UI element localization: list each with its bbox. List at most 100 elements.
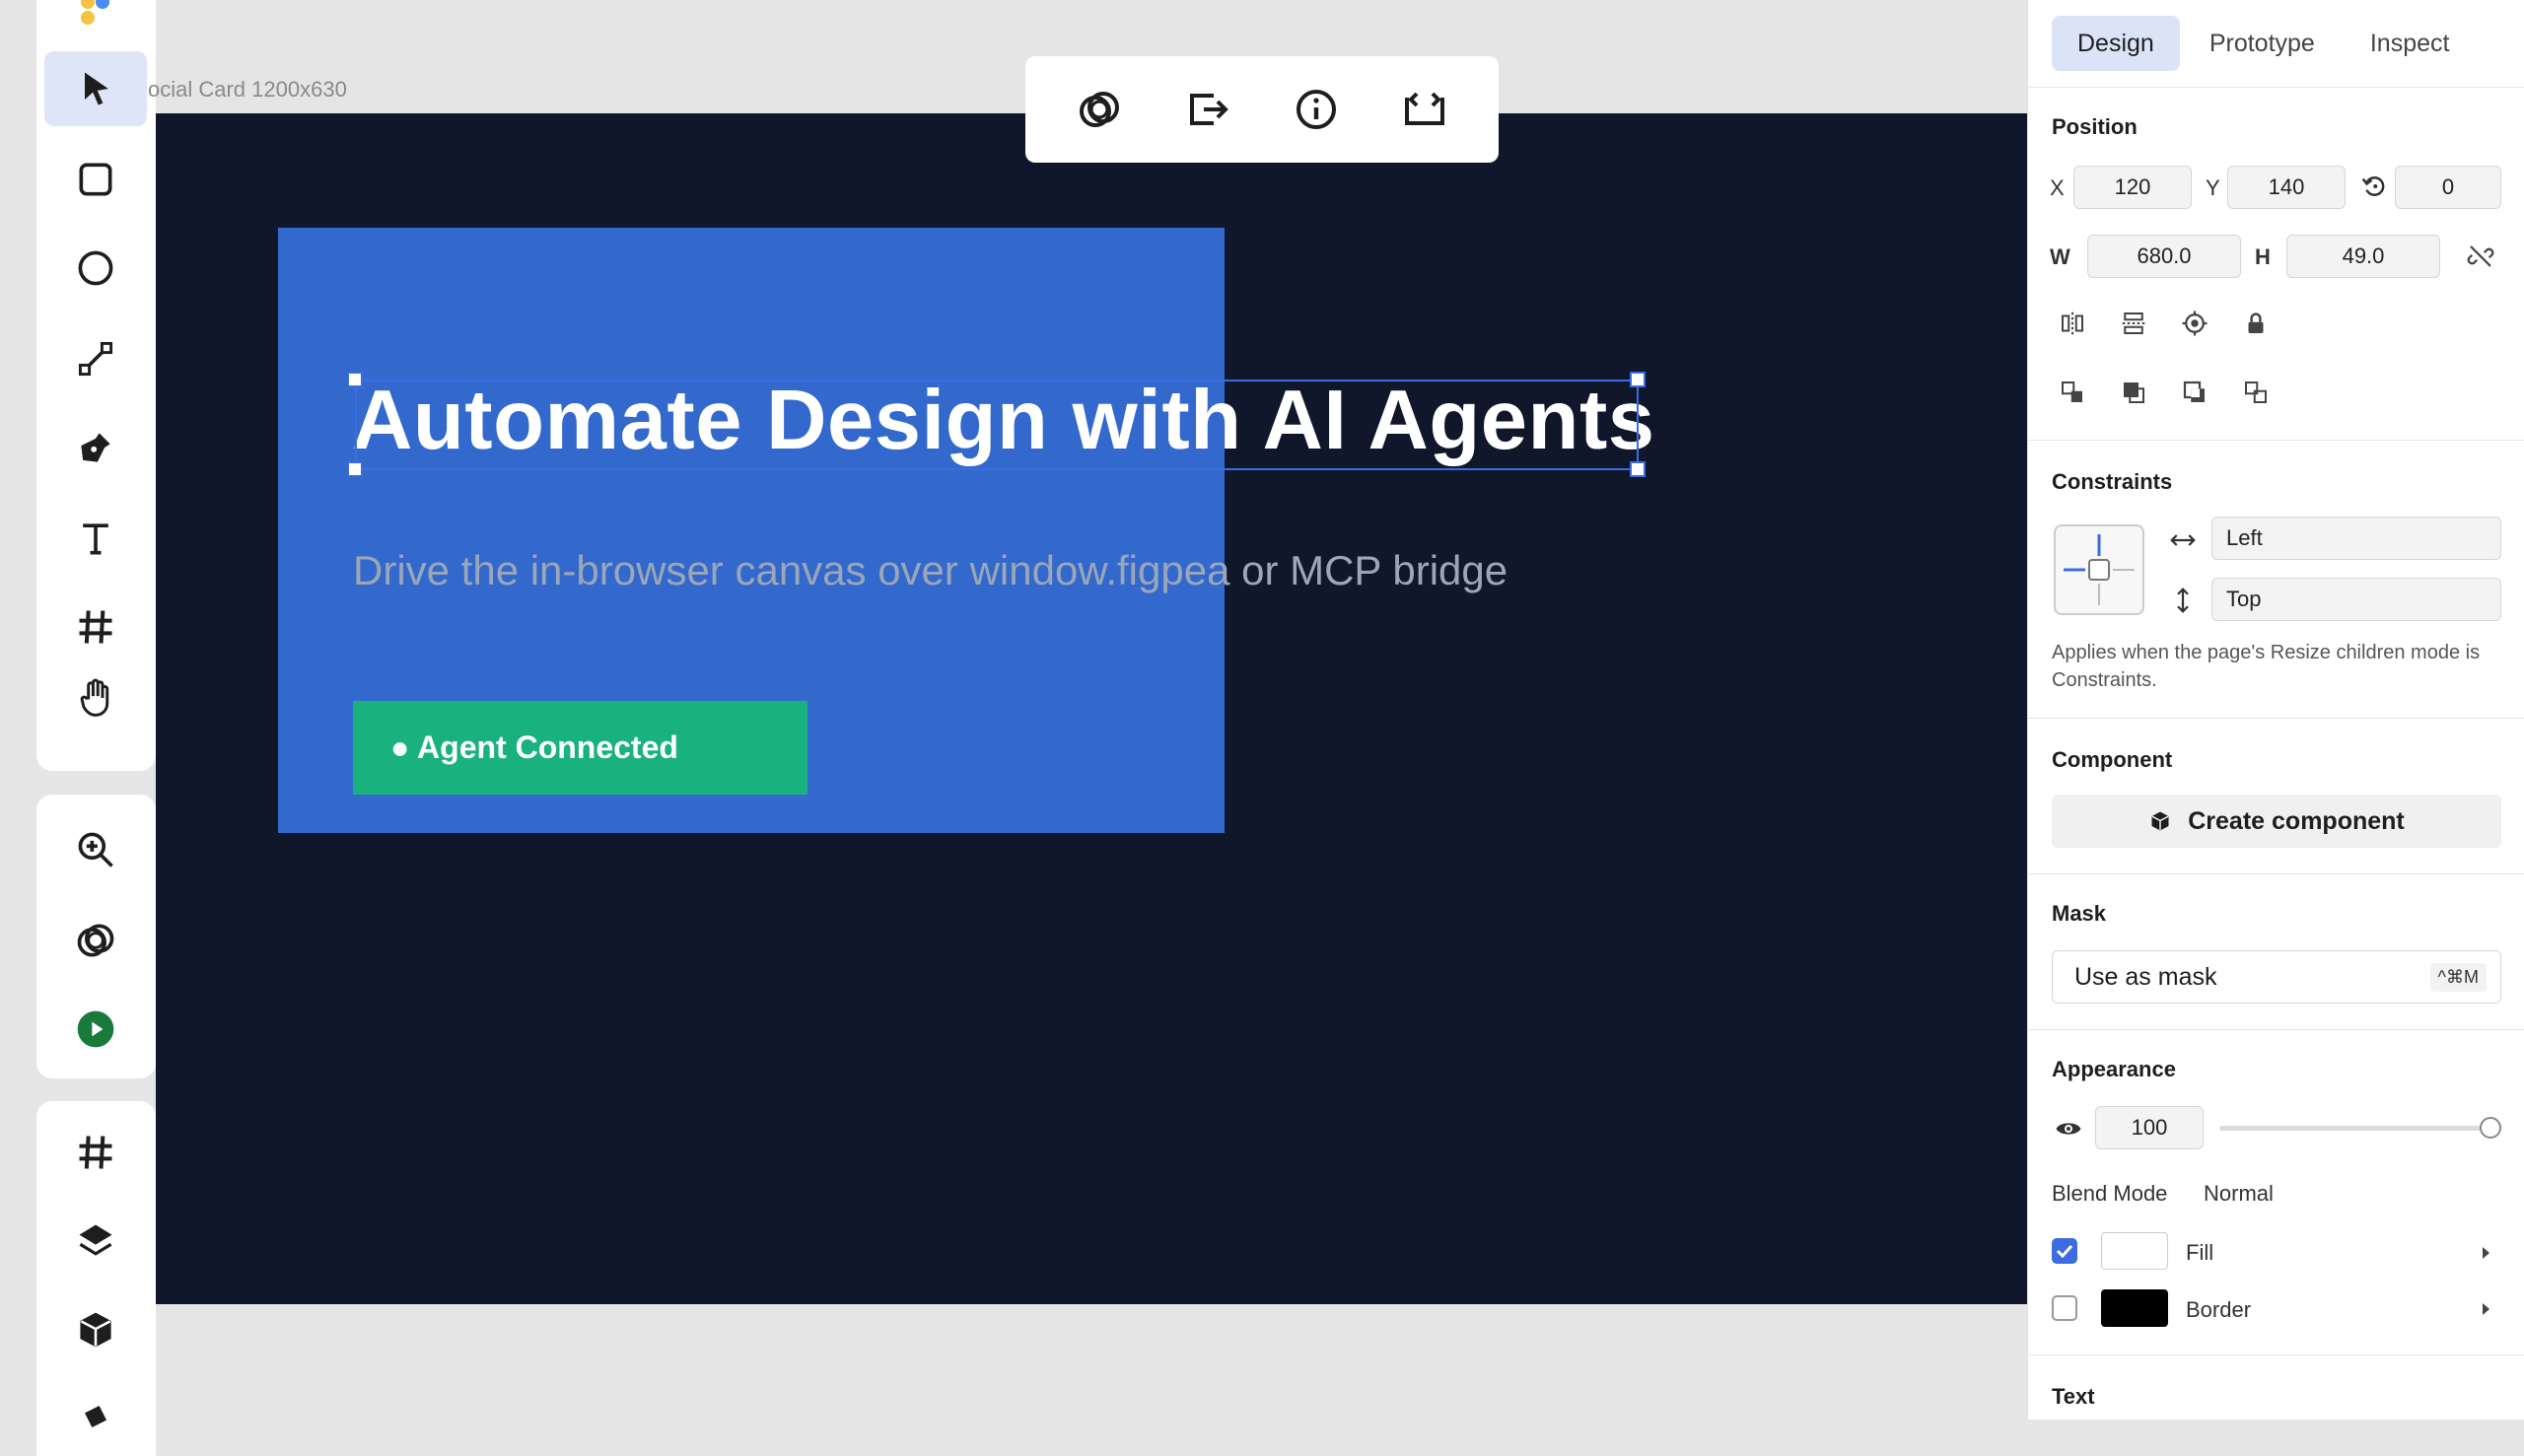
border-checkbox[interactable] xyxy=(2052,1295,2077,1321)
constraints-diagram-icon xyxy=(2064,534,2135,605)
component-title: Component xyxy=(2052,747,2173,772)
info-icon xyxy=(1297,90,1336,129)
hand-tool[interactable] xyxy=(44,660,147,735)
use-as-mask-button[interactable]: Use as mask ^⌘M xyxy=(2052,950,2501,1004)
constraints-note: Applies when the page's Resize children … xyxy=(2052,642,2481,691)
y-input[interactable]: 140 xyxy=(2227,166,2346,209)
hash-frame-icon xyxy=(79,610,112,644)
constraints-widget[interactable] xyxy=(2054,524,2144,615)
rectangle-icon xyxy=(79,163,112,196)
fill-checkbox[interactable] xyxy=(2052,1238,2077,1264)
agent-connected-badge[interactable]: ● Agent Connected xyxy=(353,701,807,795)
opacity-slider-track[interactable] xyxy=(2219,1126,2491,1131)
tab-prototype[interactable]: Prototype xyxy=(2184,16,2341,71)
frame-label[interactable]: ocial Card 1200x630 xyxy=(148,77,347,103)
unlink-ratio-icon[interactable] xyxy=(2466,242,2495,271)
fill-label: Fill xyxy=(2186,1240,2214,1265)
line-tool[interactable] xyxy=(44,321,147,396)
horizontal-constraint-select[interactable]: Left xyxy=(2211,517,2501,560)
create-component-label: Create component xyxy=(2188,806,2405,835)
tab-design[interactable]: Design xyxy=(2052,16,2180,71)
target-icon[interactable] xyxy=(2180,309,2209,338)
play-icon xyxy=(77,1010,114,1048)
layers-panel-button[interactable] xyxy=(44,1204,147,1279)
code-frame-icon xyxy=(1405,92,1444,125)
create-component-button[interactable]: Create component xyxy=(2052,795,2501,848)
components-panel-button[interactable] xyxy=(44,1292,147,1367)
resize-handle-bottom-right[interactable] xyxy=(1630,461,1646,477)
pen-tool[interactable] xyxy=(44,410,147,485)
vertical-constraint-select[interactable]: Top xyxy=(2211,578,2501,621)
boolean-action-button[interactable] xyxy=(1065,75,1134,144)
blend-mode-label: Blend Mode xyxy=(2052,1181,2168,1206)
appearance-title: Appearance xyxy=(2052,1057,2176,1081)
divider xyxy=(2028,87,2524,88)
text-section-title: Text xyxy=(2052,1384,2095,1409)
frame-tool[interactable] xyxy=(44,589,147,664)
checkmark-icon xyxy=(2056,1244,2073,1259)
tag-icon xyxy=(85,1406,106,1427)
width-input[interactable]: 680.0 xyxy=(2087,235,2241,278)
resize-handle-top-right[interactable] xyxy=(1630,372,1646,387)
ellipse-tool[interactable] xyxy=(44,231,147,306)
hand-icon xyxy=(80,678,109,717)
send-backward-icon[interactable] xyxy=(2180,378,2209,407)
height-input[interactable]: 49.0 xyxy=(2286,235,2440,278)
resize-handle-top-left[interactable] xyxy=(347,372,363,387)
frames-panel-button[interactable] xyxy=(44,1115,147,1190)
flip-horizontal-icon[interactable] xyxy=(2058,309,2087,338)
lock-icon[interactable] xyxy=(2241,309,2271,338)
divider xyxy=(2028,1029,2524,1030)
layers-icon xyxy=(79,1224,112,1256)
rectangle-tool[interactable] xyxy=(44,142,147,217)
export-action-button[interactable] xyxy=(1173,75,1242,144)
text-t-icon xyxy=(83,523,108,555)
w-label: W xyxy=(2050,244,2070,269)
cube-icon xyxy=(80,1312,111,1348)
app-logo-icon xyxy=(76,0,115,28)
rotation-input[interactable]: 0 xyxy=(2395,166,2501,209)
constraints-title: Constraints xyxy=(2052,469,2173,494)
border-label: Border xyxy=(2186,1297,2252,1322)
panels-toolbar xyxy=(36,1101,156,1456)
y-label: Y xyxy=(2206,175,2220,200)
fill-color-swatch[interactable] xyxy=(2101,1232,2168,1270)
subheading-text[interactable]: Drive the in-browser canvas over window.… xyxy=(353,547,1507,594)
bring-to-front-icon[interactable] xyxy=(2119,378,2148,407)
play-button[interactable] xyxy=(44,992,147,1067)
border-color-swatch[interactable] xyxy=(2101,1289,2168,1327)
divider xyxy=(2028,440,2524,441)
properties-panel: Design Prototype Inspect Position X 120 … xyxy=(2027,0,2524,1420)
move-tool[interactable] xyxy=(44,51,147,126)
border-expand-icon[interactable] xyxy=(2472,1294,2491,1324)
zoom-in-icon xyxy=(78,832,113,867)
blend-mode-value[interactable]: Normal xyxy=(2204,1181,2274,1207)
fill-expand-icon[interactable] xyxy=(2472,1238,2491,1268)
assets-panel-button[interactable] xyxy=(44,1379,147,1454)
divider xyxy=(2028,873,2524,874)
mask-title: Mask xyxy=(2052,901,2107,926)
send-to-back-icon[interactable] xyxy=(2241,378,2271,407)
divider xyxy=(2028,718,2524,719)
opacity-input[interactable]: 100 xyxy=(2095,1106,2204,1149)
selection-action-bar xyxy=(1025,56,1499,163)
boolean-tool[interactable] xyxy=(44,903,147,978)
vertical-arrows-icon xyxy=(2168,586,2198,615)
bring-forward-icon[interactable] xyxy=(2058,378,2087,407)
x-input[interactable]: 120 xyxy=(2073,166,2192,209)
zoom-tool[interactable] xyxy=(44,812,147,887)
opacity-slider-thumb[interactable] xyxy=(2480,1117,2501,1139)
hash-icon xyxy=(79,1136,112,1169)
line-icon xyxy=(78,341,113,377)
code-action-button[interactable] xyxy=(1390,75,1459,144)
text-tool[interactable] xyxy=(44,501,147,576)
main-toolbar xyxy=(36,0,156,771)
info-action-button[interactable] xyxy=(1282,75,1351,144)
secondary-toolbar xyxy=(36,795,156,1078)
selection-box xyxy=(355,380,1639,470)
export-icon xyxy=(1190,94,1228,125)
eye-icon[interactable] xyxy=(2054,1114,2083,1144)
tab-inspect[interactable]: Inspect xyxy=(2345,16,2476,71)
flip-vertical-icon[interactable] xyxy=(2119,309,2148,338)
resize-handle-bottom-left[interactable] xyxy=(347,461,363,477)
